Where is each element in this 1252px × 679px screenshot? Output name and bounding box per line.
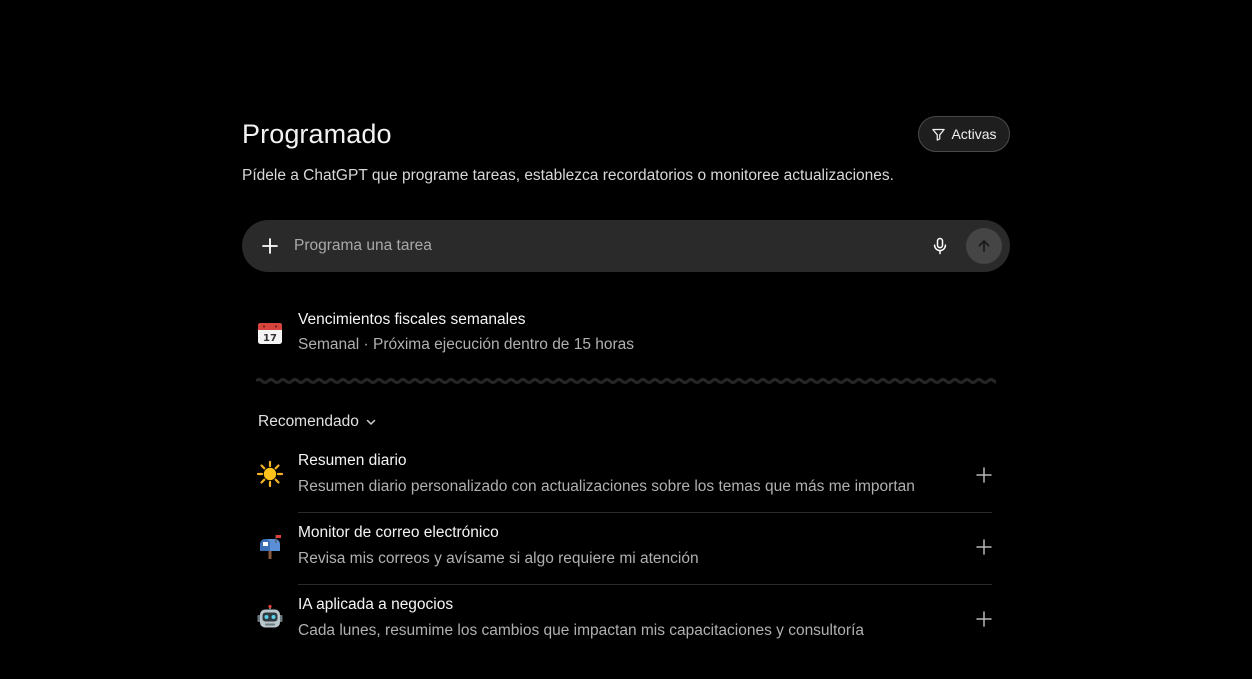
task-composer	[242, 220, 1010, 272]
task-title: Vencimientos fiscales semanales	[298, 311, 526, 328]
recommended-item-email-monitor[interactable]: Monitor de correo electrónico Revisa mis…	[256, 513, 996, 585]
add-recommended-button[interactable]	[972, 463, 996, 487]
plus-icon	[976, 467, 992, 483]
plus-icon	[976, 611, 992, 627]
calendar-icon: 17	[258, 323, 282, 344]
scheduled-page: Programado Activas Pídele a ChatGPT que …	[0, 0, 1252, 679]
task-input[interactable]	[294, 232, 894, 260]
filter-label: Activas	[951, 126, 997, 142]
chevron-down-icon	[366, 419, 376, 425]
recommended-item-ai-business[interactable]: IA aplicada a negocios Cada lunes, resum…	[256, 585, 996, 657]
page-subtitle: Pídele a ChatGPT que programe tareas, es…	[242, 167, 894, 184]
filter-icon	[932, 128, 946, 141]
page-title: Programado	[242, 119, 392, 149]
mailbox-icon	[260, 535, 281, 559]
calendar-day: 17	[263, 333, 277, 344]
filter-active-button[interactable]: Activas	[918, 116, 1010, 152]
recommended-label: Recomendado	[258, 413, 359, 430]
task-meta: Semanal · Próxima ejecución dentro de 15…	[298, 336, 634, 354]
task-frequency: Semanal	[298, 336, 360, 353]
meta-separator: ·	[363, 336, 369, 353]
robot-icon	[257, 604, 283, 628]
arrow-up-icon	[978, 240, 990, 252]
recommended-item-daily-summary[interactable]: Resumen diario Resumen diario personaliz…	[256, 441, 996, 513]
microphone-icon	[933, 237, 947, 255]
scheduled-task-item[interactable]: 17 Vencimientos fiscales semanales Seman…	[256, 308, 996, 360]
recommended-description: Revisa mis correos y avísame si algo req…	[298, 550, 699, 567]
add-recommended-button[interactable]	[972, 607, 996, 631]
recommended-title: Resumen diario	[298, 452, 407, 469]
add-recommended-button[interactable]	[972, 535, 996, 559]
recommended-description: Cada lunes, resumime los cambios que imp…	[298, 622, 865, 639]
recommended-description: Resumen diario personalizado con actuali…	[298, 478, 915, 495]
plus-icon	[262, 238, 278, 254]
wavy-divider	[256, 378, 996, 384]
task-next-run: Próxima ejecución dentro de 15 horas	[372, 336, 635, 353]
sun-icon	[256, 460, 284, 488]
send-button[interactable]	[966, 228, 1002, 264]
add-attachment-button[interactable]	[258, 234, 282, 258]
plus-icon	[976, 539, 992, 555]
voice-input-button[interactable]	[928, 234, 952, 258]
recommended-title: IA aplicada a negocios	[298, 596, 454, 613]
recommended-toggle[interactable]: Recomendado	[258, 412, 377, 432]
recommended-title: Monitor de correo electrónico	[298, 524, 499, 541]
